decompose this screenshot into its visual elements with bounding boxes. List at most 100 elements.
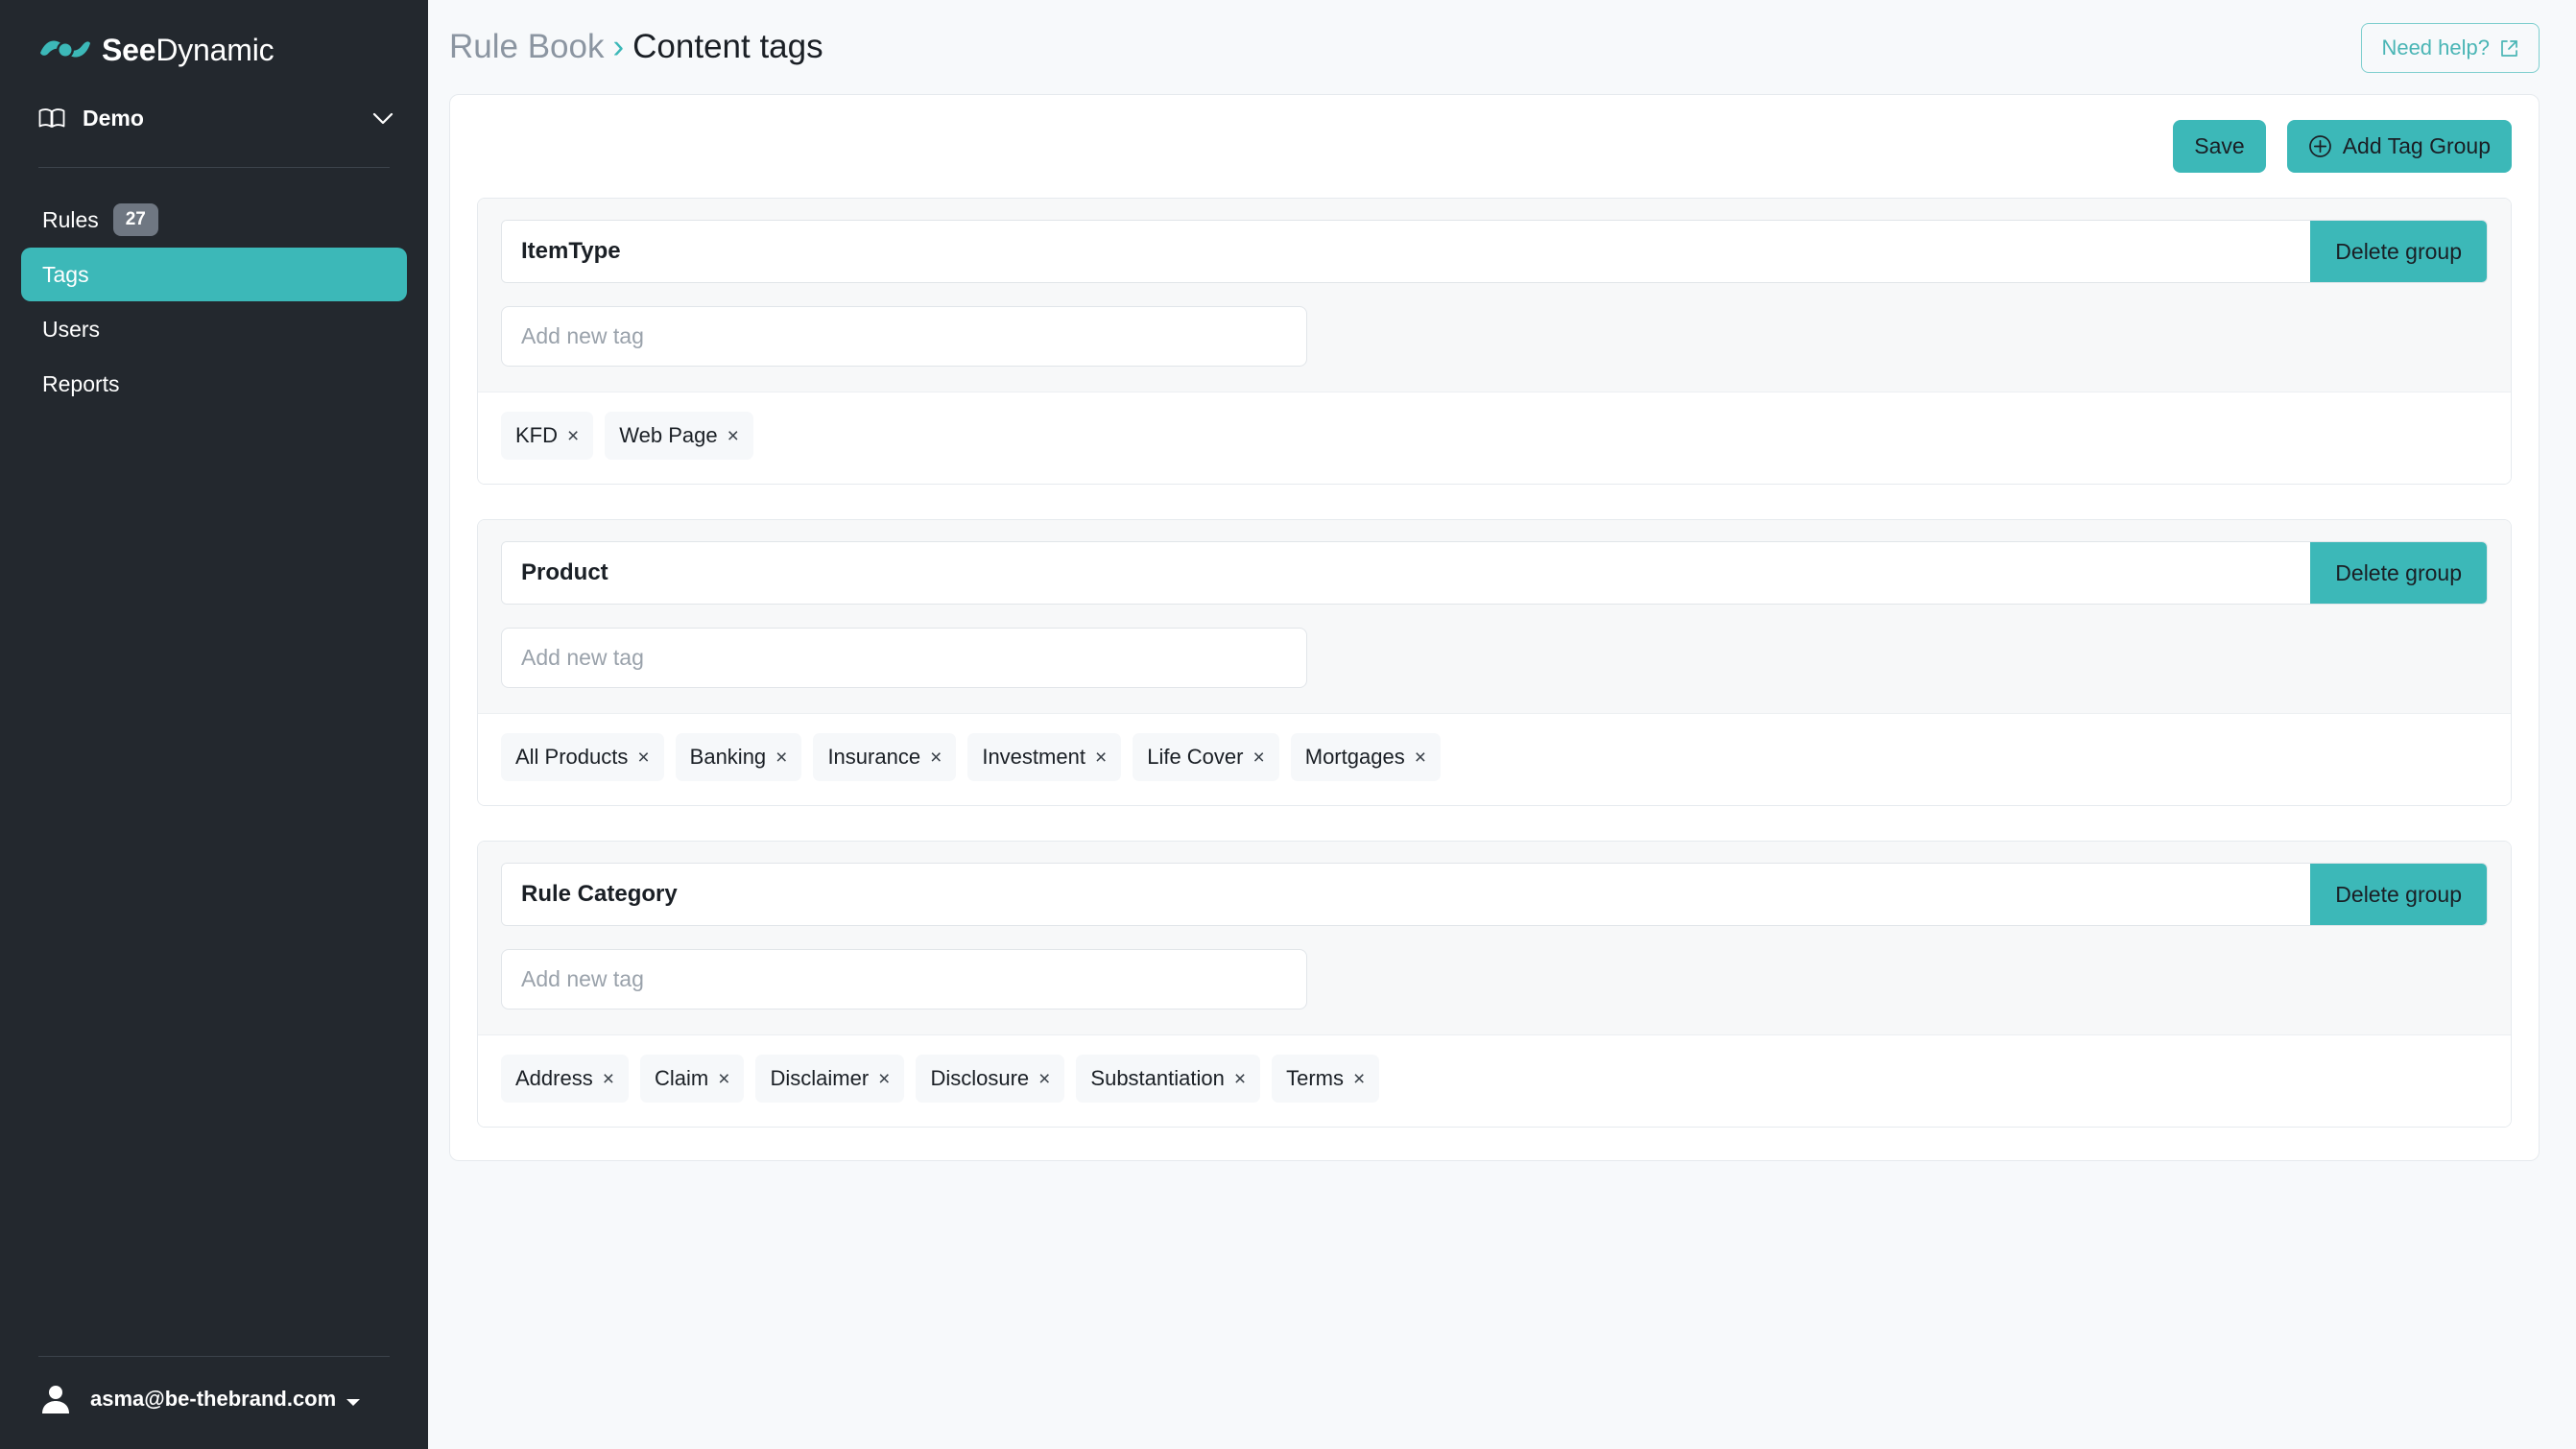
tag-group-header-row: Delete group <box>501 863 2488 926</box>
remove-tag-icon[interactable]: × <box>878 1069 890 1089</box>
tag-chip[interactable]: Insurance × <box>813 733 957 781</box>
sidebar-item-reports[interactable]: Reports <box>21 357 407 411</box>
group-name-input[interactable] <box>502 221 2311 282</box>
group-name-input[interactable] <box>502 864 2311 925</box>
tag-group-header-row: Delete group <box>501 220 2488 283</box>
tag-chip-label: Insurance <box>827 745 921 769</box>
tag-chip[interactable]: Claim × <box>639 1055 745 1103</box>
save-label: Save <box>2194 133 2245 158</box>
delete-group-button[interactable]: Delete group <box>2310 542 2487 604</box>
tag-group-card: Delete group Address × Claim × Disclaime… <box>477 841 2512 1128</box>
brand-text: SeeDynamic <box>102 33 274 68</box>
tag-chip-label: Terms <box>1286 1066 1344 1090</box>
sidebar-item-label-rules: Rules <box>42 206 99 232</box>
delete-group-button[interactable]: Delete group <box>2310 221 2487 282</box>
panel-toolbar: Save Add Tag Group <box>477 120 2512 173</box>
sidebar-nav: Rules 27 Tags Users Reports <box>0 193 428 412</box>
add-new-tag-input[interactable] <box>501 628 1307 688</box>
tag-chip[interactable]: Web Page × <box>605 412 753 460</box>
tag-chip[interactable]: Terms × <box>1272 1055 1380 1103</box>
sidebar-divider-top <box>38 167 390 168</box>
tag-chip-list: Address × Claim × Disclaimer × Disclosur… <box>478 1034 2511 1127</box>
remove-tag-icon[interactable]: × <box>718 1069 729 1089</box>
save-button[interactable]: Save <box>2173 120 2266 173</box>
page-title: Content tags <box>632 28 823 65</box>
tag-chip[interactable]: All Products × <box>501 733 664 781</box>
tag-chip-list: All Products × Banking × Insurance × Inv… <box>478 713 2511 805</box>
user-menu[interactable]: asma@be-thebrand.com <box>0 1357 428 1449</box>
sidebar-item-rules[interactable]: Rules 27 <box>21 193 407 247</box>
breadcrumb-parent[interactable]: Rule Book <box>449 28 604 66</box>
tag-chip[interactable]: Banking × <box>675 733 802 781</box>
tag-chip-label: Banking <box>689 745 767 769</box>
tag-group-header-row: Delete group <box>501 541 2488 605</box>
tag-chip[interactable]: KFD × <box>501 412 594 460</box>
tag-chip-label: Investment <box>982 745 1085 769</box>
main-content: Rule Book › Content tags Need help? Save… <box>428 0 2576 1449</box>
remove-tag-icon[interactable]: × <box>1095 748 1107 768</box>
tag-chip-label: All Products <box>515 745 629 769</box>
remove-tag-icon[interactable]: × <box>1252 748 1264 768</box>
tag-chip[interactable]: Investment × <box>967 733 1122 781</box>
tag-group-body: Delete group <box>478 199 2511 392</box>
tag-chip-label: Disclaimer <box>770 1066 870 1090</box>
tag-chip-label: Substantiation <box>1090 1066 1225 1090</box>
sidebar-item-label-tags: Tags <box>42 261 89 287</box>
remove-tag-icon[interactable]: × <box>930 748 942 768</box>
breadcrumb-separator-icon: › <box>612 28 625 65</box>
tag-chip-label: Claim <box>654 1066 709 1090</box>
tag-group-card: Delete group All Products × Banking × In… <box>477 519 2512 806</box>
sidebar-item-label-users: Users <box>42 316 101 342</box>
sidebar-item-label-reports: Reports <box>42 370 120 396</box>
brand-name-light: Dynamic <box>155 32 274 67</box>
tag-chip-label: Web Page <box>619 423 718 447</box>
chevron-down-icon[interactable] <box>372 112 394 125</box>
group-name-input[interactable] <box>502 542 2311 604</box>
remove-tag-icon[interactable]: × <box>1353 1069 1365 1089</box>
sidebar-item-users[interactable]: Users <box>21 302 407 356</box>
sidebar-item-tags[interactable]: Tags <box>21 248 407 301</box>
remove-tag-icon[interactable]: × <box>1415 748 1426 768</box>
tag-chip[interactable]: Substantiation × <box>1076 1055 1261 1103</box>
sidebar: SeeDynamic Demo Rules 27 Tags Users Repo… <box>0 0 428 1449</box>
add-new-tag-input[interactable] <box>501 306 1307 367</box>
content-tags-panel: Save Add Tag Group ItemType Delete group… <box>449 94 2540 1161</box>
add-new-tag-input[interactable] <box>501 949 1307 1010</box>
remove-tag-icon[interactable]: × <box>637 748 649 768</box>
add-tag-group-label: Add Tag Group <box>2342 133 2491 158</box>
tag-chip[interactable]: Disclosure × <box>916 1055 1065 1103</box>
user-avatar-icon <box>38 1382 73 1416</box>
tag-chip[interactable]: Address × <box>501 1055 629 1103</box>
brand[interactable]: SeeDynamic <box>0 0 428 71</box>
tag-chip[interactable]: Disclaimer × <box>755 1055 905 1103</box>
tag-chip[interactable]: Mortgages × <box>1290 733 1441 781</box>
tag-chip[interactable]: Life Cover × <box>1133 733 1279 781</box>
tag-chip-label: Life Cover <box>1147 745 1244 769</box>
delete-group-button[interactable]: Delete group <box>2310 864 2487 925</box>
rules-count-badge: 27 <box>112 203 158 236</box>
book-icon <box>38 107 65 129</box>
remove-tag-icon[interactable]: × <box>727 426 739 446</box>
topbar: Rule Book › Content tags Need help? <box>428 0 2576 73</box>
external-link-icon <box>2499 38 2519 59</box>
tag-group-body: Delete group <box>478 520 2511 713</box>
tag-chip-label: Address <box>515 1066 593 1090</box>
add-tag-group-button[interactable]: Add Tag Group <box>2286 120 2512 173</box>
tag-chip-list: KFD × Web Page × <box>478 392 2511 484</box>
eye-logo-icon <box>38 32 92 68</box>
breadcrumb: Rule Book › Content tags <box>428 28 823 66</box>
caret-down-icon[interactable] <box>346 1394 361 1406</box>
tag-group-body: Delete group <box>478 842 2511 1034</box>
remove-tag-icon[interactable]: × <box>1234 1069 1246 1089</box>
need-help-button[interactable]: Need help? <box>2361 23 2540 73</box>
workspace-selector[interactable]: Demo <box>38 98 394 138</box>
tag-chip-label: Mortgages <box>1304 745 1405 769</box>
tag-chip-label: Disclosure <box>930 1066 1030 1090</box>
sidebar-footer: asma@be-thebrand.com <box>0 1356 428 1449</box>
remove-tag-icon[interactable]: × <box>775 748 787 768</box>
workspace-label: Demo <box>83 105 144 131</box>
remove-tag-icon[interactable]: × <box>1038 1069 1050 1089</box>
brand-name-bold: See <box>102 32 156 67</box>
remove-tag-icon[interactable]: × <box>567 426 579 446</box>
remove-tag-icon[interactable]: × <box>603 1069 614 1089</box>
